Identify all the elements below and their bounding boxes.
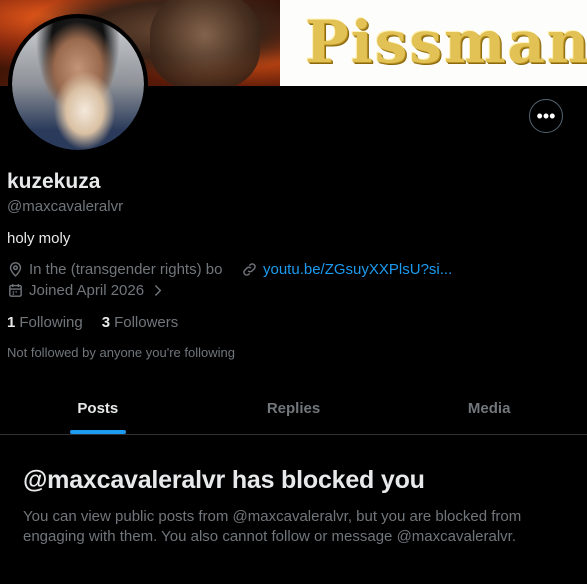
- location-icon: [9, 262, 22, 277]
- profile-handle: @maxcavaleralvr: [7, 198, 124, 215]
- link-icon: [243, 263, 256, 276]
- following-label: Following: [19, 314, 83, 331]
- banner-image-right: Pissman: [280, 0, 587, 86]
- followers-link[interactable]: 3 Followers: [102, 314, 179, 331]
- joined-text: Joined April 2026: [29, 282, 145, 299]
- display-name: kuzekuza: [7, 170, 101, 193]
- banner-text: Pissman: [305, 8, 587, 76]
- profile-joined[interactable]: Joined April 2026: [7, 282, 166, 299]
- tab-media-label: Media: [467, 399, 511, 417]
- avatar[interactable]: [8, 14, 148, 154]
- following-link[interactable]: 1 Following: [7, 314, 83, 331]
- profile-tabs: Posts Replies Media: [0, 382, 587, 435]
- profile-location: In the (transgender rights) bo: [7, 261, 222, 278]
- not-followed-note: Not followed by anyone you're following: [7, 345, 235, 360]
- more-options-button[interactable]: •••: [529, 99, 563, 133]
- following-count: 1: [7, 314, 16, 331]
- location-text: In the (transgender rights) bo: [29, 261, 223, 278]
- tab-replies-label: Replies: [266, 399, 321, 417]
- tab-media[interactable]: Media: [391, 382, 587, 434]
- blocked-title: @maxcavaleralvr has blocked you: [23, 466, 425, 494]
- active-tab-indicator: [69, 430, 126, 434]
- calendar-icon: [9, 284, 22, 297]
- tab-posts-label: Posts: [77, 399, 119, 417]
- profile-link-url[interactable]: youtu.be/ZGsuyXXPlsU?si...: [263, 261, 452, 278]
- profile-link[interactable]: youtu.be/ZGsuyXXPlsU?si...: [241, 261, 452, 278]
- chevron-right-icon: [154, 285, 162, 296]
- followers-count: 3: [101, 314, 111, 331]
- tab-replies[interactable]: Replies: [196, 382, 392, 434]
- followers-label: Followers: [114, 314, 179, 331]
- follow-stats: 1 Following 3 Followers: [7, 314, 178, 331]
- more-icon: •••: [536, 106, 556, 126]
- blocked-message: You can view public posts from @maxcaval…: [23, 508, 522, 545]
- profile-bio: holy moly: [7, 230, 71, 247]
- tab-posts[interactable]: Posts: [0, 382, 196, 434]
- avatar-image: [12, 18, 144, 150]
- banner-face: [150, 0, 260, 86]
